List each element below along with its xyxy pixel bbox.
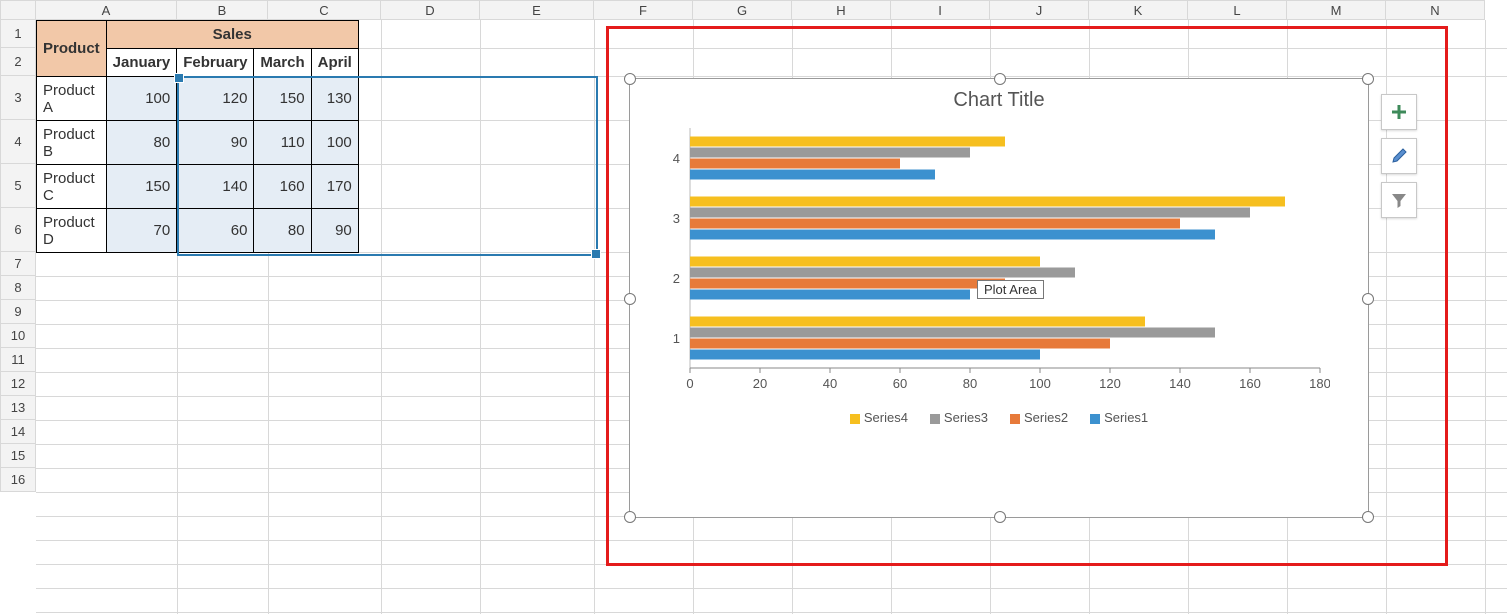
svg-text:4: 4	[673, 151, 680, 166]
col-header-N[interactable]: N	[1386, 0, 1485, 20]
cell-product[interactable]: Product C	[37, 165, 107, 209]
col-header-C[interactable]: C	[268, 0, 381, 20]
select-all-corner[interactable]	[0, 0, 36, 20]
svg-text:140: 140	[1169, 376, 1191, 391]
cell-product[interactable]: Product D	[37, 209, 107, 253]
svg-text:1: 1	[673, 331, 680, 346]
col-header-I[interactable]: I	[891, 0, 990, 20]
tooltip-plot-area: Plot Area	[977, 280, 1044, 299]
row-header-4[interactable]: 4	[0, 120, 36, 164]
row-header-3[interactable]: 3	[0, 76, 36, 120]
row-header-14[interactable]: 14	[0, 420, 36, 444]
col-header-D[interactable]: D	[381, 0, 480, 20]
row-header-11[interactable]: 11	[0, 348, 36, 372]
cell-value[interactable]: 120	[177, 77, 254, 121]
cell-value[interactable]: 140	[177, 165, 254, 209]
col-header-A[interactable]: A	[36, 0, 177, 20]
legend-item[interactable]: Series2	[1010, 410, 1068, 425]
cells-area[interactable]: Product Sales JanuaryFebruaryMarchApril …	[36, 20, 1507, 614]
cell-value[interactable]: 170	[311, 165, 358, 209]
legend-item[interactable]: Series1	[1090, 410, 1148, 425]
plot-area[interactable]: 0 20 40 60 80 100 120 140 160 180 1 2 3 4 Plot Area	[670, 118, 1338, 408]
cell-value[interactable]: 150	[106, 165, 177, 209]
header-product[interactable]: Product	[37, 21, 107, 77]
svg-text:100: 100	[1029, 376, 1051, 391]
cell-value[interactable]: 100	[311, 121, 358, 165]
svg-text:120: 120	[1099, 376, 1121, 391]
col-header-M[interactable]: M	[1287, 0, 1386, 20]
cell-value[interactable]: 80	[254, 209, 311, 253]
svg-text:0: 0	[686, 376, 693, 391]
row-header-9[interactable]: 9	[0, 300, 36, 324]
cell-value[interactable]: 70	[106, 209, 177, 253]
col-header-B[interactable]: B	[177, 0, 268, 20]
svg-text:20: 20	[753, 376, 767, 391]
cell-value[interactable]: 80	[106, 121, 177, 165]
header-january[interactable]: January	[106, 49, 177, 77]
data-table[interactable]: Product Sales JanuaryFebruaryMarchApril …	[36, 20, 359, 253]
cell-product[interactable]: Product B	[37, 121, 107, 165]
svg-text:160: 160	[1239, 376, 1261, 391]
chart-title[interactable]: Chart Title	[630, 89, 1368, 112]
legend-item[interactable]: Series4	[850, 410, 908, 425]
chart-filters-button[interactable]	[1381, 182, 1417, 218]
svg-text:60: 60	[893, 376, 907, 391]
spreadsheet-view: ABCDEFGHIJKLMN 12345678910111213141516 P…	[0, 0, 1507, 614]
svg-text:180: 180	[1309, 376, 1330, 391]
svg-text:80: 80	[963, 376, 977, 391]
header-april[interactable]: April	[311, 49, 358, 77]
chart-handle[interactable]	[624, 73, 636, 85]
header-february[interactable]: February	[177, 49, 254, 77]
svg-text:3: 3	[673, 211, 680, 226]
svg-text:40: 40	[823, 376, 837, 391]
col-header-F[interactable]: F	[594, 0, 693, 20]
row-header-10[interactable]: 10	[0, 324, 36, 348]
row-header-15[interactable]: 15	[0, 444, 36, 468]
row-header-8[interactable]: 8	[0, 276, 36, 300]
chart-handle[interactable]	[624, 293, 636, 305]
chart-object[interactable]: Chart Title 0 20 40 60 80 100 120 140 160 180 1 2 3 4…	[629, 78, 1369, 518]
row-header-6[interactable]: 6	[0, 208, 36, 252]
chart-handle[interactable]	[624, 511, 636, 523]
cell-value[interactable]: 110	[254, 121, 311, 165]
cell-value[interactable]: 160	[254, 165, 311, 209]
chart-tools	[1381, 94, 1417, 226]
col-header-E[interactable]: E	[480, 0, 594, 20]
chart-legend[interactable]: Series4 Series3 Series2 Series1	[630, 410, 1368, 425]
cell-product[interactable]: Product A	[37, 77, 107, 121]
row-header-5[interactable]: 5	[0, 164, 36, 208]
legend-item[interactable]: Series3	[930, 410, 988, 425]
col-header-G[interactable]: G	[693, 0, 792, 20]
row-header-16[interactable]: 16	[0, 468, 36, 492]
row-header-2[interactable]: 2	[0, 48, 36, 76]
row-header-12[interactable]: 12	[0, 372, 36, 396]
chart-handle[interactable]	[1362, 293, 1374, 305]
col-header-K[interactable]: K	[1089, 0, 1188, 20]
header-sales[interactable]: Sales	[106, 21, 358, 49]
header-march[interactable]: March	[254, 49, 311, 77]
cell-value[interactable]: 60	[177, 209, 254, 253]
row-header-13[interactable]: 13	[0, 396, 36, 420]
row-header-7[interactable]: 7	[0, 252, 36, 276]
chart-handle[interactable]	[1362, 73, 1374, 85]
column-headers: ABCDEFGHIJKLMN	[0, 0, 1507, 20]
cell-value[interactable]: 90	[177, 121, 254, 165]
cell-value[interactable]: 90	[311, 209, 358, 253]
col-header-H[interactable]: H	[792, 0, 891, 20]
chart-handle[interactable]	[1362, 511, 1374, 523]
chart-styles-button[interactable]	[1381, 138, 1417, 174]
cell-value[interactable]: 100	[106, 77, 177, 121]
cell-value[interactable]: 150	[254, 77, 311, 121]
chart-handle[interactable]	[994, 73, 1006, 85]
cell-value[interactable]: 130	[311, 77, 358, 121]
chart-elements-button[interactable]	[1381, 94, 1417, 130]
row-header-1[interactable]: 1	[0, 20, 36, 48]
row-headers: 12345678910111213141516	[0, 20, 36, 614]
svg-text:2: 2	[673, 271, 680, 286]
chart-handle[interactable]	[994, 511, 1006, 523]
col-header-L[interactable]: L	[1188, 0, 1287, 20]
col-header-J[interactable]: J	[990, 0, 1089, 20]
